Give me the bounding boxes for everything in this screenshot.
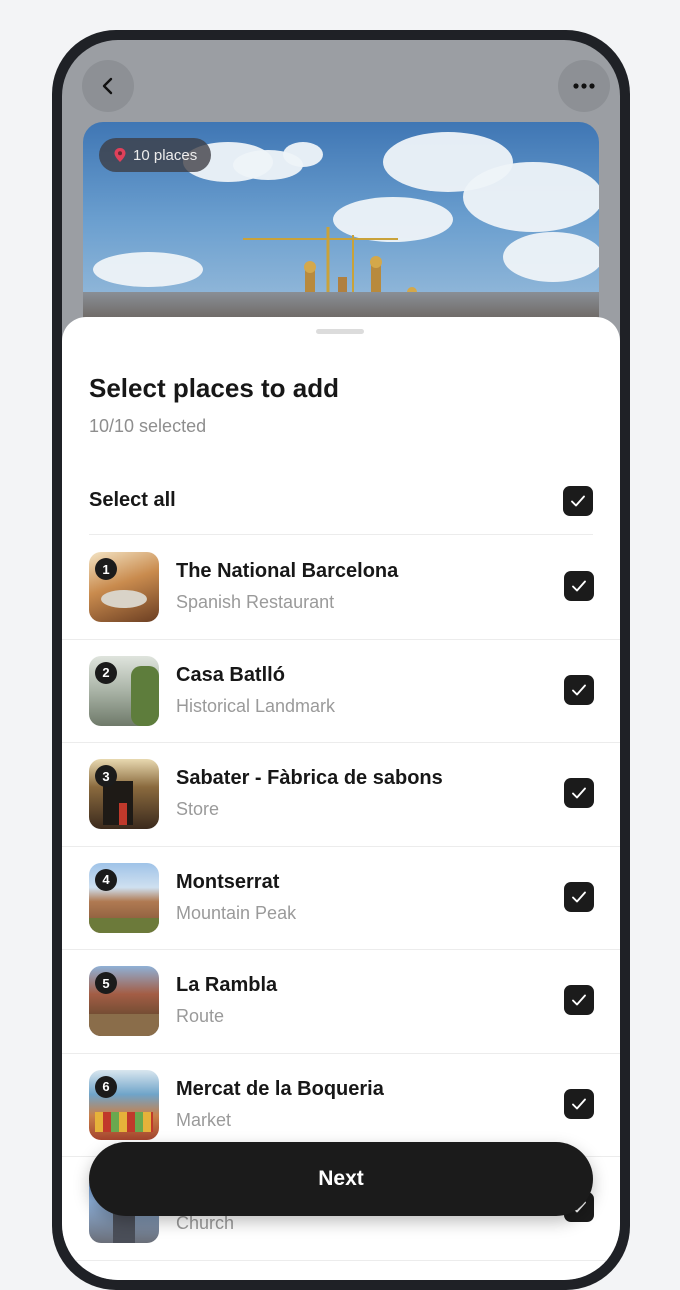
place-checkbox[interactable] [564, 1088, 594, 1119]
place-category: Store [176, 799, 220, 819]
checkmark-icon [572, 994, 586, 1006]
place-number-badge: 5 [95, 972, 117, 994]
list-item[interactable]: 1 The National Barcelona Spanish Restaur… [62, 536, 620, 640]
place-category: Church [176, 1213, 235, 1233]
list-item[interactable]: 5 La Rambla Route [62, 950, 620, 1054]
place-name: La Rambla [176, 974, 278, 996]
hero-image: 10 places [83, 122, 599, 342]
place-checkbox[interactable] [564, 778, 594, 808]
place-number-badge: 4 [95, 868, 117, 891]
phone-frame: 10 places Select places to add 10/10 sel… [52, 30, 630, 1290]
place-thumbnail: 3 [89, 759, 159, 829]
select-all-checkbox[interactable] [563, 485, 593, 516]
bottom-sheet: Select places to add 10/10 selected Sele… [62, 317, 620, 1280]
list-item[interactable]: 3 Sabater - Fàbrica de sabons Store [62, 743, 620, 847]
list-item[interactable]: 4 Montserrat Mountain Peak [62, 847, 620, 950]
checkmark-icon [572, 684, 586, 695]
place-checkbox[interactable] [564, 985, 594, 1015]
place-category: Route [176, 1006, 225, 1026]
back-button[interactable] [82, 60, 134, 112]
checkmark-icon [571, 495, 585, 506]
places-count-badge: 10 places [99, 138, 212, 172]
place-checkbox[interactable] [564, 674, 594, 705]
checkmark-icon [572, 787, 586, 799]
place-thumbnail: 5 [89, 966, 159, 1036]
place-name: Sabater - Fàbrica de sabons [176, 767, 443, 789]
checkmark-icon [572, 580, 586, 592]
place-name: Montserrat [176, 870, 280, 893]
place-thumbnail: 6 [89, 1069, 159, 1140]
map-pin-icon [114, 148, 126, 162]
select-all-row[interactable]: Select all [89, 467, 593, 535]
place-category: Mountain Peak [176, 902, 297, 923]
place-thumbnail: 1 [89, 552, 159, 622]
place-number-badge: 6 [95, 1075, 117, 1098]
more-options-button[interactable] [558, 60, 610, 112]
place-checkbox[interactable] [564, 881, 594, 912]
place-name: The National Barcelona [176, 560, 399, 582]
place-category: Market [176, 1109, 232, 1130]
place-thumbnail: 4 [89, 862, 159, 933]
places-count-label: 10 places [133, 146, 198, 164]
next-button[interactable]: Next [89, 1142, 593, 1216]
place-category: Spanish Restaurant [176, 592, 335, 612]
checkmark-icon [572, 1098, 586, 1109]
selection-count: 10/10 selected [89, 416, 207, 436]
place-thumbnail: 2 [89, 655, 159, 726]
list-item[interactable]: 2 Casa Batlló Historical Landmark [62, 640, 620, 743]
checkmark-icon [572, 891, 586, 902]
chevron-left-icon [102, 77, 113, 95]
screen: 10 places Select places to add 10/10 sel… [62, 40, 620, 1280]
sheet-grabber[interactable] [316, 329, 364, 334]
place-name: Mercat de la Boqueria [176, 1077, 384, 1100]
place-name: Casa Batlló [176, 663, 285, 686]
select-all-label: Select all [89, 489, 176, 511]
place-number-badge: 3 [95, 765, 117, 787]
more-horizontal-icon [573, 83, 595, 89]
sheet-title: Select places to add [89, 373, 339, 403]
place-category: Historical Landmark [176, 695, 336, 716]
place-number-badge: 1 [95, 558, 117, 580]
place-checkbox[interactable] [564, 571, 594, 601]
place-number-badge: 2 [95, 661, 117, 684]
